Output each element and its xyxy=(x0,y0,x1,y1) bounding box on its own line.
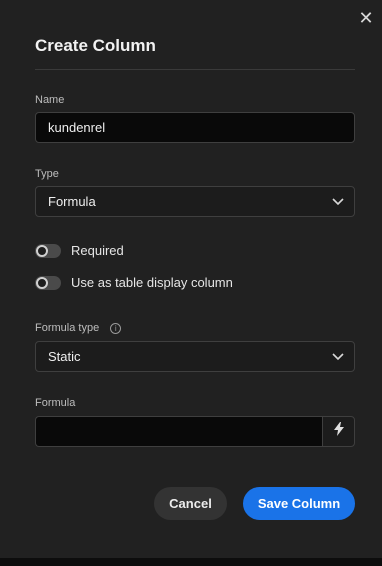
name-field[interactable]: kundenrel xyxy=(35,112,355,143)
chevron-down-icon xyxy=(332,352,344,361)
formula-type-label: Formula type xyxy=(35,322,100,334)
info-icon[interactable]: i xyxy=(110,322,122,334)
formula-type-label-row: Formula type i xyxy=(35,322,122,334)
formula-input[interactable] xyxy=(35,416,322,447)
formula-label: Formula xyxy=(35,397,76,409)
formula-type-select-value: Static xyxy=(48,349,81,364)
display-column-toggle-row[interactable]: Use as table display column xyxy=(35,275,233,290)
cancel-button[interactable]: Cancel xyxy=(154,487,227,520)
formula-builder-button[interactable] xyxy=(322,416,355,447)
required-toggle[interactable] xyxy=(35,243,61,258)
save-column-button[interactable]: Save Column xyxy=(243,487,355,520)
chevron-down-icon xyxy=(332,197,344,206)
type-label: Type xyxy=(35,168,59,180)
type-select-value: Formula xyxy=(48,194,96,209)
create-column-dialog: ✕ Create Column Name kundenrel Type Form… xyxy=(0,0,382,558)
name-label: Name xyxy=(35,94,65,106)
close-icon[interactable]: ✕ xyxy=(356,8,376,28)
dialog-title: Create Column xyxy=(35,36,156,55)
formula-field-group xyxy=(35,416,355,447)
name-field-value: kundenrel xyxy=(48,120,106,135)
formula-type-select[interactable]: Static xyxy=(35,341,355,372)
required-label: Required xyxy=(71,243,124,258)
display-column-toggle[interactable] xyxy=(35,275,61,290)
title-divider xyxy=(35,69,355,70)
type-select[interactable]: Formula xyxy=(35,186,355,217)
lightning-bolt-icon xyxy=(333,422,344,441)
display-column-label: Use as table display column xyxy=(71,275,233,290)
required-toggle-row[interactable]: Required xyxy=(35,243,124,258)
